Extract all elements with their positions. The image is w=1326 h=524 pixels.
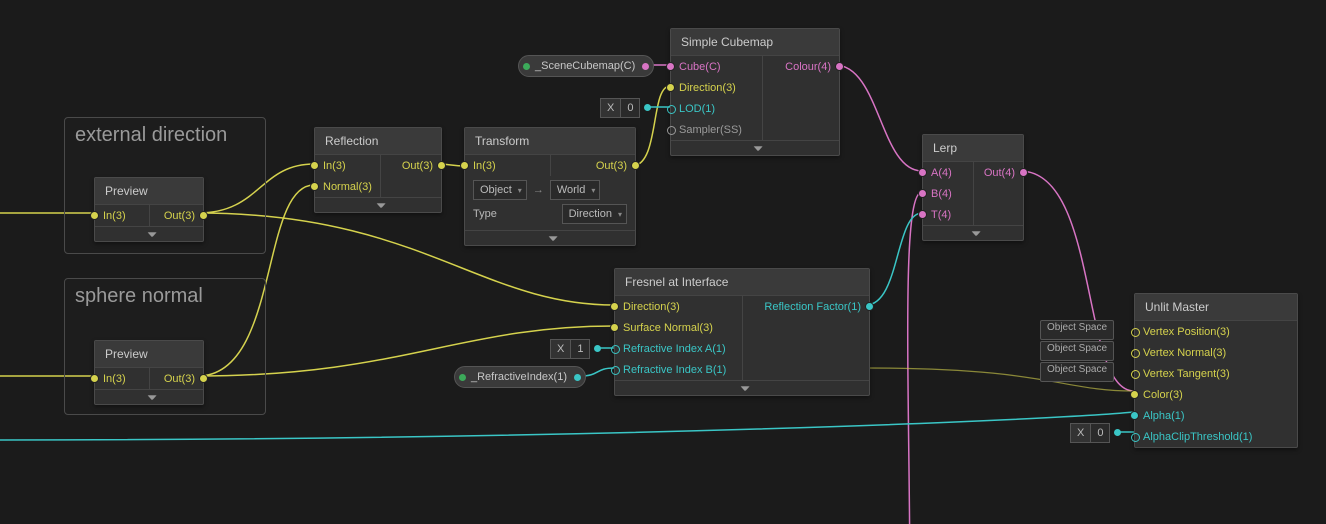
collapse-toggle[interactable] [95, 226, 203, 241]
badge-object-space[interactable]: Object Space [1040, 320, 1114, 340]
port-reflection-factor[interactable]: Reflection Factor(1) [743, 296, 870, 317]
port-dot-icon[interactable] [644, 104, 651, 111]
port-alpha-clip-threshold[interactable]: AlphaClipThreshold(1) [1135, 426, 1297, 447]
node-title: Preview [95, 341, 203, 368]
node-title: Lerp [923, 135, 1023, 162]
node-preview-external[interactable]: Preview In(3) Out(3) [94, 177, 204, 242]
collapse-toggle[interactable] [671, 140, 839, 155]
port-dot-icon[interactable] [574, 374, 581, 381]
port-dot-icon[interactable] [594, 345, 601, 352]
badge-object-space[interactable]: Object Space [1040, 341, 1114, 361]
port-in[interactable]: In(3) [315, 155, 380, 176]
port-out[interactable]: Out(4) [974, 162, 1024, 183]
exposed-dot-icon [459, 374, 466, 381]
node-preview-sphere[interactable]: Preview In(3) Out(3) [94, 340, 204, 405]
port-out[interactable]: Out(3) [150, 205, 204, 226]
collapse-toggle[interactable] [95, 389, 203, 404]
inline-refractive-a-value[interactable]: X1 [550, 339, 590, 359]
node-title: Preview [95, 178, 203, 205]
port-out[interactable]: Out(3) [150, 368, 204, 389]
arrow-icon: → [533, 184, 544, 196]
node-reflection[interactable]: Reflection In(3) Normal(3) Out(3) [314, 127, 442, 213]
port-vertex-position[interactable]: Vertex Position(3) [1135, 321, 1297, 342]
port-refractive-index-b[interactable]: Refractive Index B(1) [615, 359, 742, 380]
dropdown-type[interactable]: Direction▾ [562, 204, 627, 224]
dropdown-from-space[interactable]: Object▾ [473, 180, 527, 200]
port-direction[interactable]: Direction(3) [671, 77, 762, 98]
port-in[interactable]: In(3) [95, 368, 149, 389]
port-color[interactable]: Color(3) [1135, 384, 1297, 405]
port-t[interactable]: T(4) [923, 204, 973, 225]
port-dot-icon[interactable] [1114, 429, 1121, 436]
port-alpha[interactable]: Alpha(1) [1135, 405, 1297, 426]
property-refractive-index[interactable]: _RefractiveIndex(1) [454, 366, 586, 388]
port-sampler[interactable]: Sampler(SS) [671, 119, 762, 140]
collapse-toggle[interactable] [465, 230, 635, 245]
port-normal[interactable]: Normal(3) [315, 176, 380, 197]
port-in[interactable]: In(3) [465, 155, 550, 176]
port-colour[interactable]: Colour(4) [763, 56, 839, 77]
port-cube[interactable]: Cube(C) [671, 56, 762, 77]
inline-lod-value[interactable]: X0 [600, 98, 640, 118]
node-title: Unlit Master [1135, 294, 1297, 321]
node-title: Fresnel at Interface [615, 269, 869, 296]
port-out[interactable]: Out(3) [551, 155, 636, 176]
node-fresnel[interactable]: Fresnel at Interface Direction(3) Surfac… [614, 268, 870, 396]
node-lerp[interactable]: Lerp A(4) B(4) T(4) Out(4) [922, 134, 1024, 241]
port-b[interactable]: B(4) [923, 183, 973, 204]
inline-alpha-clip-value[interactable]: X0 [1070, 423, 1110, 443]
exposed-dot-icon [523, 63, 530, 70]
property-scene-cubemap[interactable]: _SceneCubemap(C) [518, 55, 654, 77]
node-title: Transform [465, 128, 635, 155]
collapse-toggle[interactable] [615, 380, 869, 395]
collapse-toggle[interactable] [923, 225, 1023, 240]
node-unlit-master[interactable]: Unlit Master Vertex Position(3) Vertex N… [1134, 293, 1298, 448]
collapse-toggle[interactable] [315, 197, 441, 212]
node-transform[interactable]: Transform In(3) Out(3) Object▾ → World▾ … [464, 127, 636, 246]
port-vertex-tangent[interactable]: Vertex Tangent(3) [1135, 363, 1297, 384]
node-connections [0, 0, 1326, 524]
node-simple-cubemap[interactable]: Simple Cubemap Cube(C) Direction(3) LOD(… [670, 28, 840, 156]
port-direction[interactable]: Direction(3) [615, 296, 742, 317]
port-out[interactable]: Out(3) [381, 155, 441, 176]
group-title: sphere normal [65, 279, 265, 318]
port-vertex-normal[interactable]: Vertex Normal(3) [1135, 342, 1297, 363]
port-dot-icon[interactable] [642, 63, 649, 70]
group-title: external direction [65, 118, 265, 157]
port-surface-normal[interactable]: Surface Normal(3) [615, 317, 742, 338]
port-lod[interactable]: LOD(1) [671, 98, 762, 119]
port-in[interactable]: In(3) [95, 205, 149, 226]
node-title: Simple Cubemap [671, 29, 839, 56]
port-refractive-index-a[interactable]: Refractive Index A(1) [615, 338, 742, 359]
node-title: Reflection [315, 128, 441, 155]
dropdown-to-space[interactable]: World▾ [550, 180, 601, 200]
badge-object-space[interactable]: Object Space [1040, 362, 1114, 382]
type-label: Type [473, 208, 497, 220]
port-a[interactable]: A(4) [923, 162, 973, 183]
